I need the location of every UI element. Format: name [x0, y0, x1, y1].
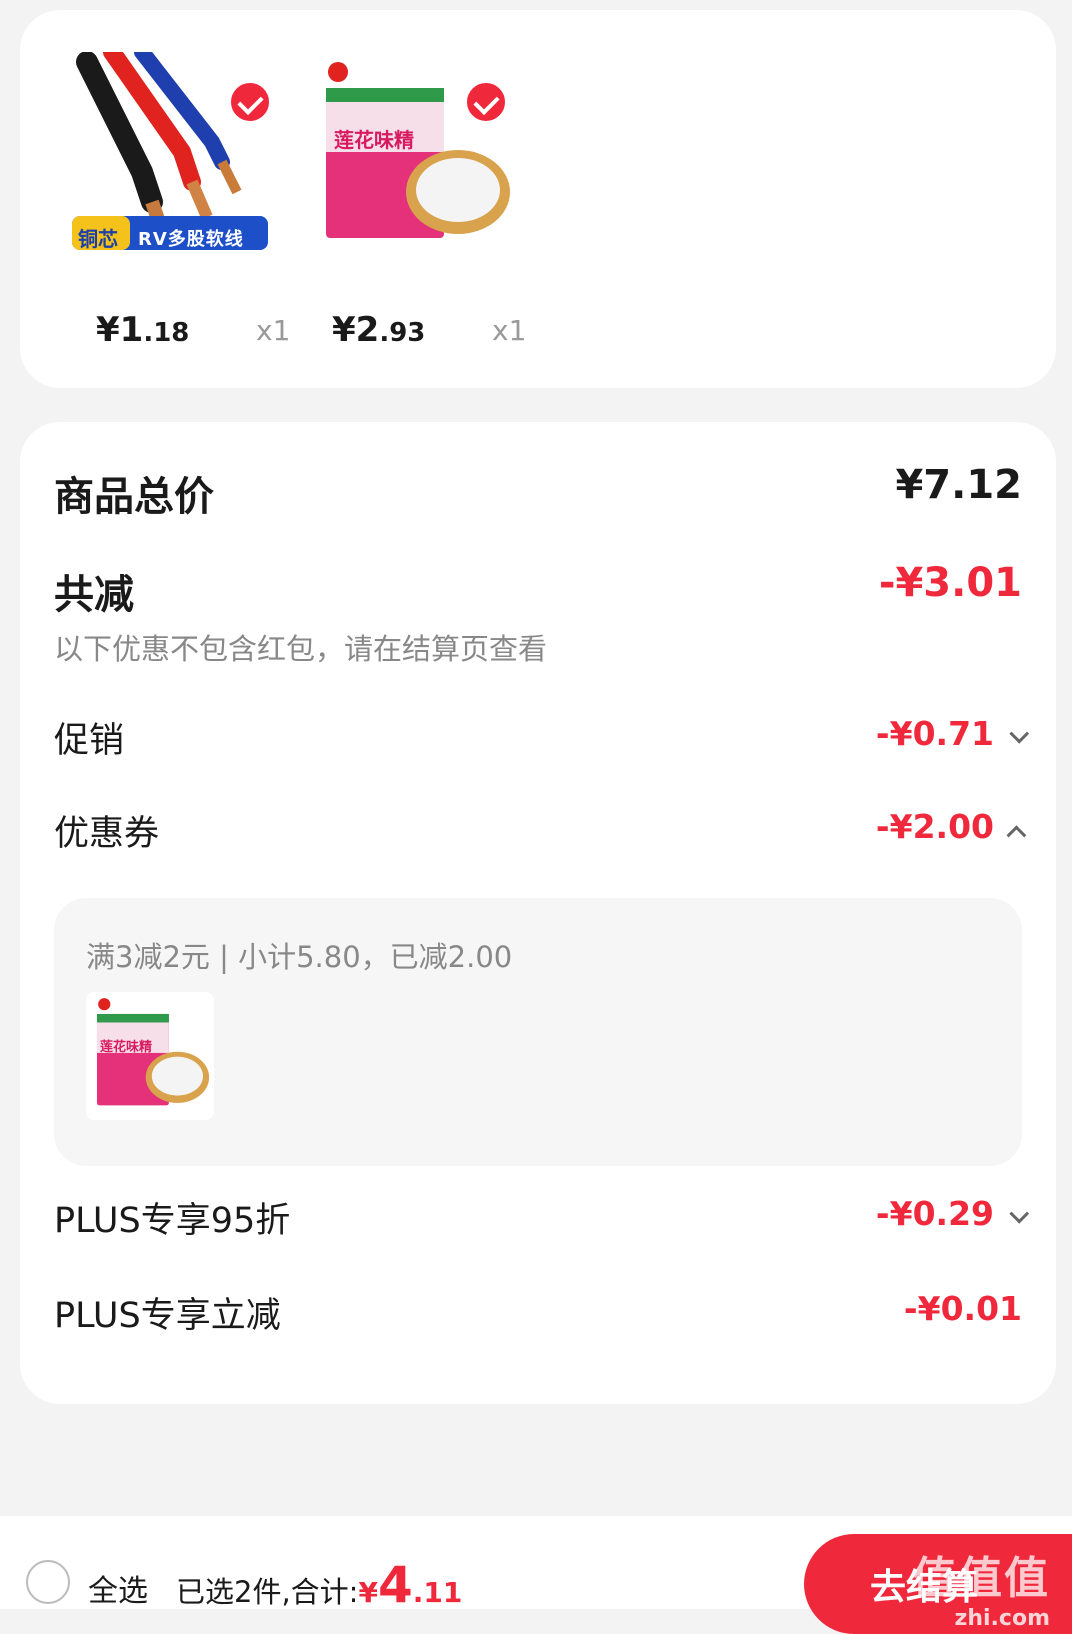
total-price-label: 商品总价 — [54, 474, 214, 520]
product-qty-wire: x1 — [256, 314, 291, 347]
total-int: 4 — [377, 1556, 413, 1614]
chevron-down-icon[interactable] — [1009, 723, 1030, 744]
selected-check-icon[interactable] — [228, 80, 272, 124]
plus-instant-label: PLUS专享立减 — [54, 1296, 281, 1336]
product-image-text-wire: 铜芯 — [78, 227, 118, 251]
total-currency: ¥ — [358, 1576, 378, 1609]
product-item-msg[interactable]: 莲花味精 ¥2.93 x1 — [308, 52, 526, 352]
plus95-label: PLUS专享95折 — [54, 1201, 291, 1241]
checkout-button[interactable]: 去结算 值值值 zhi.com — [804, 1534, 1072, 1634]
product-price-msg: ¥2.93 — [332, 310, 426, 350]
select-all-radio[interactable] — [26, 1560, 70, 1604]
selected-count-text: 已选2件,合计: — [176, 1575, 359, 1609]
watermark-logo: 值值值 — [912, 1553, 1050, 1604]
price-summary-card: 商品总价 ¥7.12 共减 -¥3.01 以下优惠不包含红包，请在结算页查看 促… — [20, 422, 1056, 1404]
coupon-detail-text: 满3减2元 | 小计5.80，已减2.00 — [86, 940, 513, 974]
promo-label: 促销 — [54, 721, 125, 761]
total-discount-value: -¥3.01 — [878, 560, 1022, 606]
total-dec: .11 — [412, 1576, 463, 1609]
total-discount-label: 共减 — [54, 572, 134, 618]
selected-products-card: 铜芯 RV多股软线 ¥1.18 x1 莲花味精 ¥2.93 x1 — [20, 10, 1056, 388]
coupon-product-image-msg[interactable]: 莲花味精 — [86, 992, 214, 1120]
coupon-product-image-text: 莲花味精 — [100, 1040, 153, 1055]
selected-check-icon[interactable] — [464, 80, 508, 124]
watermark-url: zhi.com — [954, 1606, 1050, 1631]
coupon-row-toggle[interactable]: -¥2.00 — [875, 807, 1027, 846]
promo-row-toggle[interactable]: -¥0.71 — [875, 714, 1030, 753]
plus95-value: -¥0.29 — [875, 1194, 994, 1233]
checkout-bar: 全选 已选2件,合计:¥4.11 去结算 值值值 zhi.com — [0, 1516, 1072, 1634]
plus95-row-toggle[interactable]: -¥0.29 — [875, 1194, 1030, 1233]
coupon-value: -¥2.00 — [875, 807, 994, 846]
promo-value: -¥0.71 — [875, 714, 994, 753]
coupon-label: 优惠券 — [54, 814, 160, 854]
select-all-label[interactable]: 全选 — [88, 1566, 148, 1610]
coupon-detail-panel: 满3减2元 | 小计5.80，已减2.00 莲花味精 — [54, 898, 1022, 1166]
chevron-down-icon[interactable] — [1009, 1203, 1030, 1224]
selected-summary: 已选2件,合计:¥4.11 — [176, 1556, 462, 1614]
product-image-text-msg: 莲花味精 — [334, 128, 414, 152]
product-item-wire[interactable]: 铜芯 RV多股软线 ¥1.18 x1 — [72, 52, 290, 352]
total-price-value: ¥7.12 — [895, 462, 1022, 508]
product-price-wire: ¥1.18 — [96, 310, 190, 350]
product-image-text-wire-2: RV多股软线 — [138, 229, 244, 250]
discount-note: 以下优惠不包含红包，请在结算页查看 — [54, 632, 548, 666]
chevron-up-icon[interactable] — [1006, 825, 1027, 846]
product-qty-msg: x1 — [492, 314, 527, 347]
plus-instant-value: -¥0.01 — [903, 1289, 1022, 1328]
